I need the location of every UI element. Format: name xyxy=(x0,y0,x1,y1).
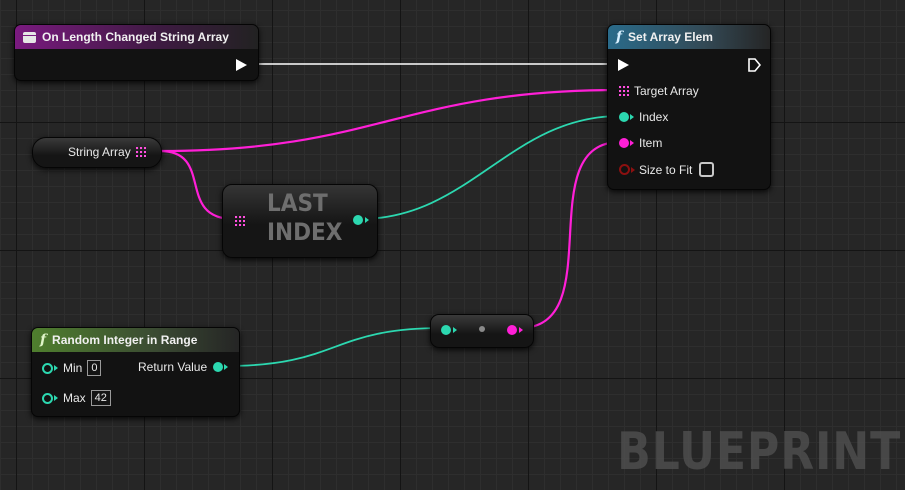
event-exec-out-pin[interactable] xyxy=(236,59,247,71)
min-pin-dot[interactable] xyxy=(42,362,53,374)
max-pin[interactable]: Max 42 xyxy=(42,390,111,406)
return-value-pin[interactable]: Return Value xyxy=(138,360,229,374)
conversion-out-pin[interactable] xyxy=(507,325,517,335)
array-grid-icon xyxy=(619,86,629,96)
event-node-header[interactable]: On Length Changed String Array xyxy=(15,25,258,49)
random-integer-node[interactable]: f Random Integer in Range Min 0 Max 42 R… xyxy=(31,327,240,417)
string-array-variable-node[interactable]: String Array xyxy=(32,137,162,168)
size-to-fit-pin[interactable]: Size to Fit xyxy=(619,162,715,177)
last-index-label: LAST INDEX xyxy=(267,189,342,247)
conversion-dot-icon xyxy=(479,326,485,332)
last-index-line1: LAST xyxy=(267,189,328,217)
string-array-out-pin[interactable]: String Array xyxy=(68,145,146,159)
set-array-exec-in-pin[interactable] xyxy=(618,59,629,71)
item-pin[interactable]: Item xyxy=(619,136,662,150)
last-index-out-pin[interactable] xyxy=(353,215,363,225)
item-pin-dot[interactable] xyxy=(619,138,629,148)
blueprint-watermark: BLUEPRINT xyxy=(616,422,901,482)
array-grid-icon xyxy=(135,147,146,157)
last-index-in-pin[interactable] xyxy=(235,216,245,226)
conversion-in-pin[interactable] xyxy=(441,325,451,335)
last-index-node[interactable]: LAST INDEX xyxy=(222,184,378,258)
random-to-reroute-wire[interactable] xyxy=(224,327,443,367)
return-value-pin-dot[interactable] xyxy=(213,362,224,372)
string-array-to-target-wire[interactable] xyxy=(159,88,621,153)
reroute-to-item-wire[interactable] xyxy=(519,140,621,330)
conversion-node[interactable] xyxy=(430,314,534,348)
target-array-pin[interactable]: Target Array xyxy=(619,84,699,98)
event-node-on-length-changed[interactable]: On Length Changed String Array xyxy=(14,24,259,81)
min-value-field[interactable]: 0 xyxy=(87,360,102,376)
random-integer-header[interactable]: f Random Integer in Range xyxy=(32,328,239,352)
function-icon: f xyxy=(40,332,47,348)
set-array-exec-out-pin[interactable] xyxy=(748,58,761,72)
event-node-title: On Length Changed String Array xyxy=(42,30,229,44)
min-pin[interactable]: Min 0 xyxy=(42,360,102,376)
index-pin[interactable]: Index xyxy=(619,110,668,124)
index-pin-dot[interactable] xyxy=(619,112,629,122)
random-integer-title: Random Integer in Range xyxy=(52,333,198,347)
max-label: Max xyxy=(63,391,86,405)
set-array-elem-header[interactable]: f Set Array Elem xyxy=(608,25,770,49)
event-icon xyxy=(23,31,36,43)
return-value-label: Return Value xyxy=(138,360,208,374)
set-array-elem-title: Set Array Elem xyxy=(628,30,713,44)
size-to-fit-label: Size to Fit xyxy=(639,162,693,177)
set-array-elem-node[interactable]: f Set Array Elem Target Array Index Item… xyxy=(607,24,771,190)
max-value-field[interactable]: 42 xyxy=(90,390,111,406)
function-icon: f xyxy=(616,29,623,45)
index-label: Index xyxy=(639,110,669,124)
size-to-fit-pin-dot[interactable] xyxy=(619,164,630,175)
item-label: Item xyxy=(639,136,663,150)
last-index-line2: INDEX xyxy=(267,218,343,246)
max-pin-dot[interactable] xyxy=(42,392,53,404)
string-array-label: String Array xyxy=(68,145,131,159)
min-label: Min xyxy=(63,361,83,375)
target-array-label: Target Array xyxy=(634,84,699,98)
size-to-fit-checkbox[interactable] xyxy=(699,162,715,177)
